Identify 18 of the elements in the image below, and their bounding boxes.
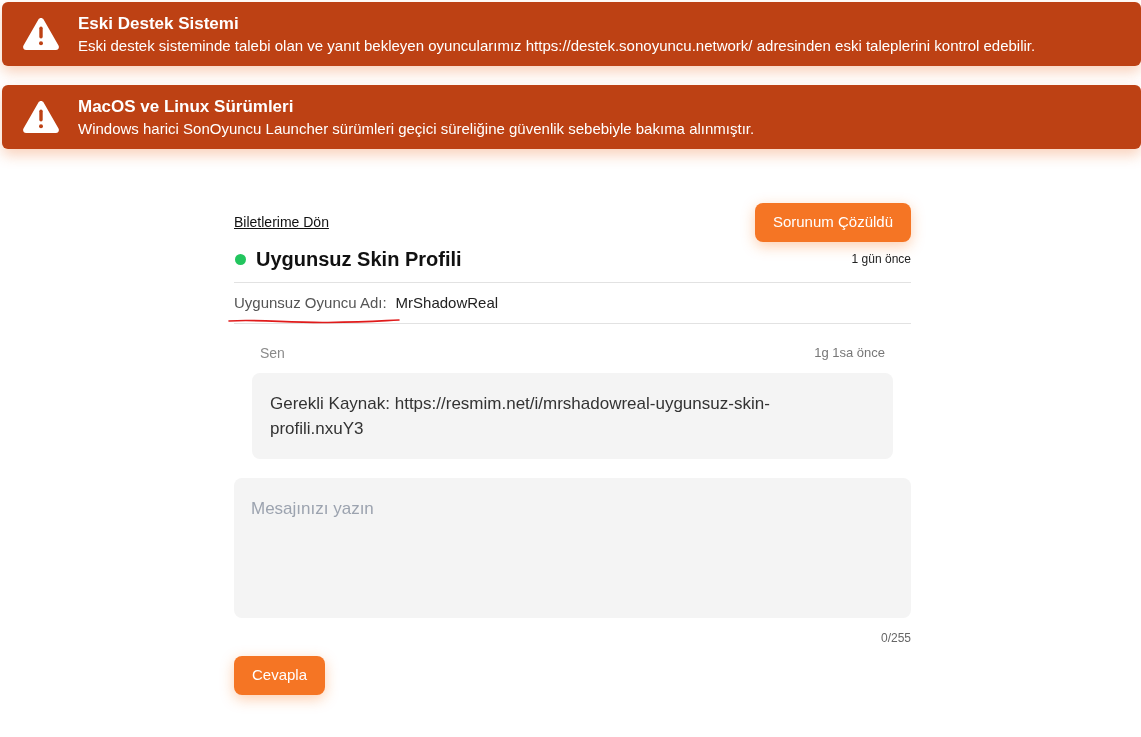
ticket-title: Uygunsuz Skin Profili [256, 247, 462, 272]
resolve-button[interactable]: Sorunum Çözüldü [754, 203, 911, 242]
field-value: MrShadowReal [395, 293, 499, 313]
warning-icon [23, 101, 59, 133]
field-label: Uygunsuz Oyuncu Adı: [234, 293, 387, 313]
announcement-title: MacOS ve Linux Sürümleri [78, 95, 295, 118]
announcement-message: Eski destek sisteminde talebi olan ve yanıt bekleyen oyuncularımız https://destek.sonoyuncu.network/ adresinden eski taleplerini kontrol edebilir. [78, 35, 1036, 56]
message-input-field[interactable]: Mesajınızı yazın [234, 478, 911, 618]
character-counter: 0/255 [880, 630, 911, 646]
back-link[interactable]: Biletlerime Dön [234, 212, 329, 233]
announcement-title: Eski Destek Sistemi [78, 12, 240, 35]
message-time: 1g 1sa önce [814, 344, 885, 362]
warning-icon [23, 18, 59, 50]
message-author: Sen [260, 344, 285, 363]
message-text: Gerekli Kaynak: https://resmim.net/i/mrshadowreal-uygunsuz-skin-profili.nxuY3 [270, 393, 771, 440]
announcement-message: Windows harici SonOyuncu Launcher sürümleri geçici süreliğine güvenlik sebebiyle bakıma alınmıştır. [78, 118, 755, 139]
reply-button[interactable]: Cevapla [234, 656, 326, 695]
ticket-date: 1 gün önce [851, 251, 911, 268]
